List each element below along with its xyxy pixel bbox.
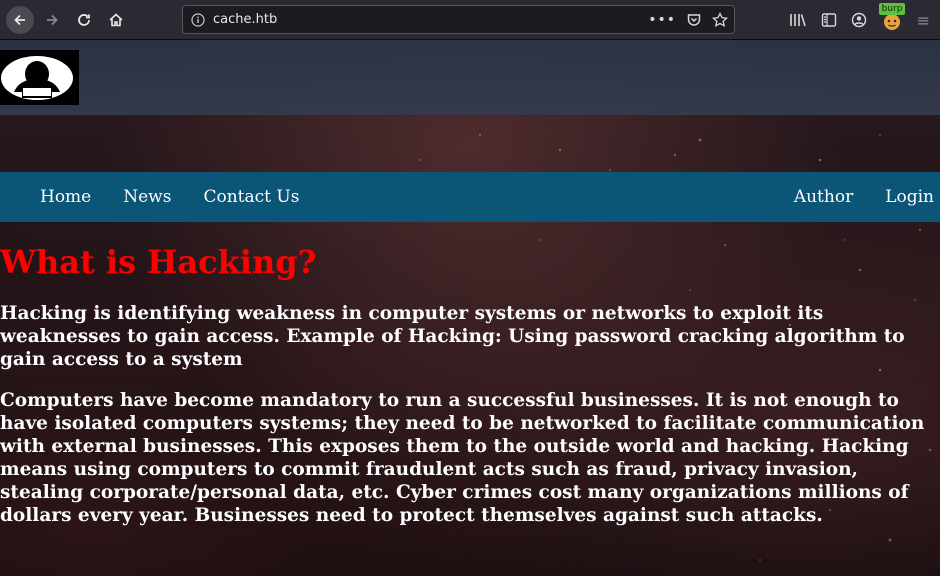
star-icon[interactable] bbox=[712, 11, 728, 28]
back-button[interactable] bbox=[6, 5, 34, 34]
nav-contact-us[interactable]: Contact Us bbox=[187, 187, 315, 207]
info-icon[interactable] bbox=[183, 12, 213, 27]
forward-button[interactable] bbox=[38, 6, 66, 34]
more-icon[interactable]: ••• bbox=[648, 12, 676, 28]
burp-extension-icon[interactable]: burp bbox=[878, 3, 906, 31]
reload-icon bbox=[78, 13, 90, 26]
site-header bbox=[0, 40, 940, 115]
url-text[interactable]: cache.htb bbox=[213, 12, 648, 27]
main-content: What is Hacking? Hacking is identifying … bbox=[0, 242, 930, 545]
nav-news[interactable]: News bbox=[107, 187, 187, 207]
hacker-logo-icon[interactable] bbox=[0, 50, 79, 105]
paragraph-definition: Hacking is identifying weakness in compu… bbox=[0, 303, 905, 370]
library-icon[interactable] bbox=[789, 12, 807, 28]
home-button[interactable] bbox=[102, 6, 130, 34]
forward-arrow-icon bbox=[47, 14, 58, 25]
nav-login[interactable]: Login bbox=[869, 187, 940, 207]
overflow-icon[interactable]: ≡ bbox=[917, 11, 930, 30]
back-arrow-icon bbox=[14, 14, 25, 25]
paragraph-importance: Computers have become mandatory to run a… bbox=[0, 390, 925, 526]
nav-author[interactable]: Author bbox=[778, 187, 869, 207]
burp-badge: burp bbox=[878, 3, 906, 15]
home-icon bbox=[109, 12, 123, 26]
main-navbar: Home News Contact Us Author Login bbox=[0, 172, 940, 222]
page-title: What is Hacking? bbox=[0, 243, 317, 281]
reload-button[interactable] bbox=[70, 6, 98, 34]
sidebar-icon[interactable] bbox=[821, 12, 837, 28]
pocket-icon[interactable] bbox=[686, 12, 702, 28]
address-bar[interactable]: cache.htb ••• bbox=[182, 5, 735, 34]
nav-home[interactable]: Home bbox=[0, 187, 107, 207]
account-icon[interactable] bbox=[851, 12, 867, 28]
webpage: Home News Contact Us Author Login What i… bbox=[0, 40, 940, 576]
browser-toolbar: cache.htb ••• burp ≡ bbox=[0, 0, 940, 40]
